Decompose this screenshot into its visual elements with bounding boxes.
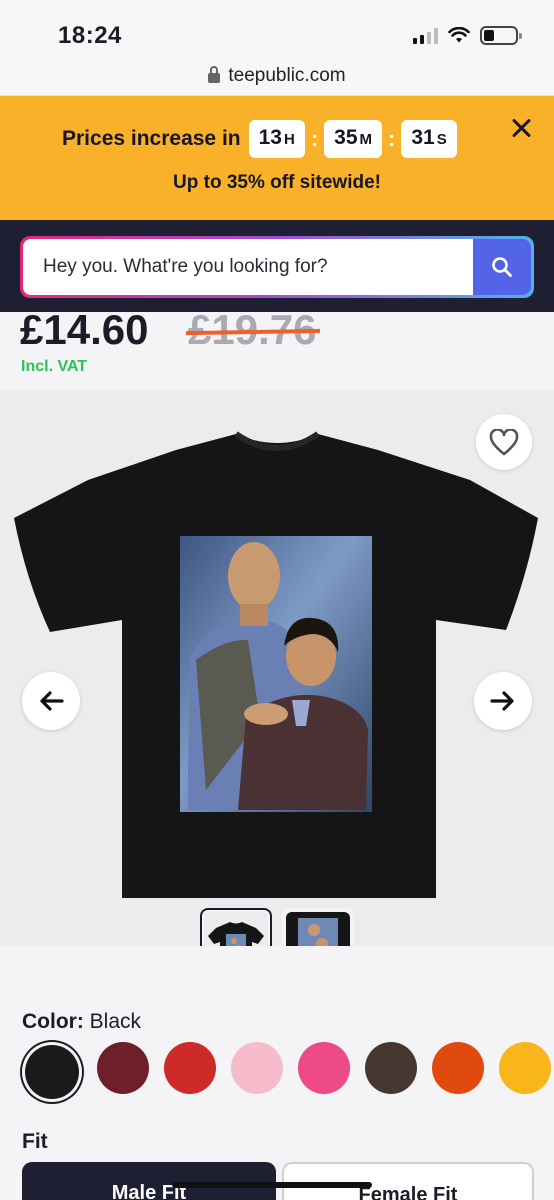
arrow-left-icon: [40, 691, 64, 711]
home-indicator: [172, 1182, 372, 1188]
current-price: £14.60: [20, 312, 149, 353]
clock: 18:24: [58, 22, 122, 49]
countdown-separator: :: [310, 126, 319, 151]
heart-icon: [489, 428, 519, 455]
search-bar-container: [0, 220, 554, 312]
color-swatch[interactable]: [499, 1042, 551, 1094]
promo-banner: Prices increase in 13 H : 35 M : 31 S Up to…: [0, 96, 554, 220]
figure-head: [228, 542, 280, 610]
countdown-minutes: 35 M: [324, 120, 383, 158]
selected-color: Black: [89, 1010, 142, 1033]
color-swatch[interactable]: [164, 1042, 216, 1094]
search-box: [20, 236, 534, 298]
countdown-seconds: 31 S: [401, 120, 457, 158]
favorite-button[interactable]: [476, 414, 532, 470]
status-bar: 18:24: [0, 0, 554, 56]
product-gallery: [0, 390, 554, 980]
male-fit-button[interactable]: Male Fit: [22, 1162, 276, 1200]
lock-icon: [208, 65, 221, 84]
next-image-button[interactable]: [474, 672, 532, 730]
color-swatch[interactable]: [298, 1042, 350, 1094]
color-swatch[interactable]: [231, 1042, 283, 1094]
cellular-signal-icon: [413, 27, 438, 44]
battery-icon: [480, 26, 522, 45]
status-icons: [413, 26, 522, 45]
color-swatches: [22, 1042, 551, 1099]
options-section: Color: Black Fit Male Fit Female Fit: [0, 946, 554, 1200]
color-swatch[interactable]: [25, 1045, 79, 1099]
close-icon[interactable]: [510, 117, 532, 139]
countdown-hours: 13 H: [248, 120, 305, 158]
product-image[interactable]: [0, 390, 554, 900]
search-button[interactable]: [473, 239, 531, 295]
hours-value: 13: [258, 126, 282, 149]
vat-note: Incl. VAT: [21, 358, 88, 375]
arrow-right-icon: [490, 691, 514, 711]
original-price: £19.76: [188, 312, 316, 354]
url-text: teepublic.com: [228, 64, 346, 86]
seconds-value: 31: [411, 126, 435, 149]
fit-label: Fit: [22, 1130, 48, 1153]
promo-text: Prices increase in: [62, 127, 241, 150]
countdown-separator: :: [388, 126, 396, 151]
color-label: Color: Black: [22, 1010, 142, 1033]
price-section: £14.60 £19.76 Incl. VAT: [0, 312, 554, 390]
search-icon: [492, 257, 512, 277]
color-swatch[interactable]: [97, 1042, 149, 1094]
female-fit-button[interactable]: Female Fit: [282, 1162, 534, 1200]
promo-subtitle: Up to 35% off sitewide!: [173, 172, 381, 193]
color-swatch[interactable]: [365, 1042, 417, 1094]
minutes-unit: M: [359, 131, 373, 148]
search-input[interactable]: [23, 239, 473, 295]
minutes-value: 35: [334, 126, 358, 149]
seconds-unit: S: [436, 131, 447, 148]
countdown-row: Prices increase in 13 H : 35 M : 31 S: [62, 120, 457, 158]
color-swatch[interactable]: [432, 1042, 484, 1094]
wifi-icon: [448, 27, 470, 43]
previous-image-button[interactable]: [22, 672, 80, 730]
hours-unit: H: [283, 131, 295, 148]
address-bar[interactable]: teepublic.com: [0, 56, 554, 96]
